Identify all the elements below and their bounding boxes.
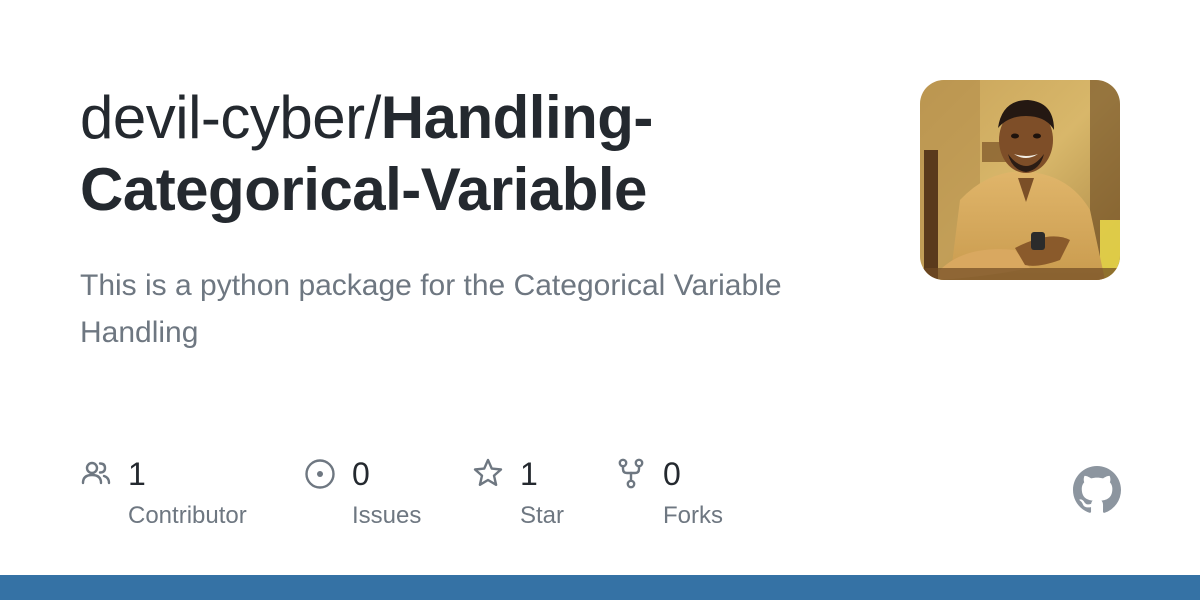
repo-title: devil-cyber/Handling-Categorical-Variabl…	[80, 82, 880, 226]
repo-forked-icon	[618, 458, 644, 489]
people-icon	[81, 461, 111, 485]
stars-count: 1	[520, 456, 538, 492]
language-color-bar	[0, 575, 1200, 600]
forks-label: Forks	[663, 502, 723, 529]
stars-label: Star	[520, 502, 565, 529]
owner-avatar	[920, 80, 1120, 280]
github-mark-icon[interactable]	[1073, 466, 1121, 514]
issues-count: 0	[352, 456, 370, 492]
repo-owner: devil-cyber/	[80, 84, 381, 151]
contributors-count: 1	[128, 456, 146, 492]
issues-label: Issues	[352, 502, 422, 529]
issue-opened-icon	[305, 459, 335, 489]
repo-description: This is a python package for the Categor…	[80, 269, 782, 349]
forks-count: 0	[663, 456, 681, 492]
star-icon	[473, 458, 503, 486]
contributors-label: Contributor	[128, 502, 247, 529]
